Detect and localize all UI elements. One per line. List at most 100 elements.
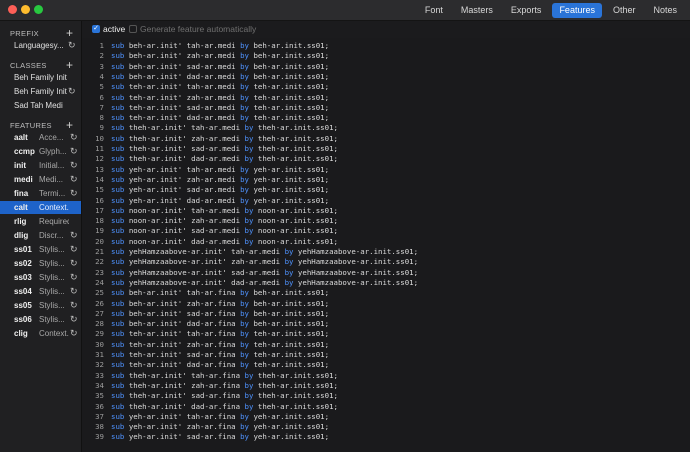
code-line: 25 sub beh-ar.init' tah-ar.fina by beh-ar…	[82, 288, 690, 298]
add-prefix-plus-icon[interactable]: +	[66, 27, 73, 39]
code-context: sad-ar.medi	[186, 102, 236, 112]
code-target: teh-ar.init'	[128, 82, 183, 92]
active-checkbox[interactable]: ✓	[92, 25, 100, 33]
keyword-by: by	[240, 432, 249, 442]
sidebar-item-feature[interactable]: dlig Discr... ↻	[0, 229, 81, 242]
sidebar-item-feature-selected[interactable]: calt Context...	[0, 201, 81, 214]
keyword-sub: sub	[111, 298, 125, 308]
feature-desc: Stylis...	[39, 273, 65, 282]
line-number: 19	[95, 226, 104, 236]
code-line: 21 sub yehHamzaabove-ar.init' tah-ar.medi…	[82, 247, 690, 257]
sidebar-item-feature[interactable]: ss05 Stylis... ↻	[0, 299, 81, 312]
line-number: 38	[95, 422, 104, 432]
add-feature-plus-icon[interactable]: +	[66, 119, 73, 131]
keyword-by: by	[240, 174, 249, 184]
sidebar-item-feature[interactable]: ccmp Glyph... ↻	[0, 145, 81, 158]
refresh-icon[interactable]: ↻	[68, 85, 76, 98]
sidebar-item-feature[interactable]: fina Termi... ↻	[0, 187, 81, 200]
code-line: 34 sub theh-ar.init' zah-ar.fina by theh-…	[82, 381, 690, 391]
keyword-sub: sub	[111, 319, 125, 329]
generate-automatically-checkbox[interactable]	[129, 25, 137, 33]
feature-tag: ccmp	[14, 147, 35, 156]
keyword-sub: sub	[111, 308, 125, 318]
keyword-by: by	[240, 92, 249, 102]
code-replacement: beh-ar.init.ss01;	[253, 51, 330, 61]
sidebar-item-label: Beh Family Init	[14, 73, 67, 82]
code-line: 2 sub beh-ar.init' zah-ar.medi by beh-ar.…	[82, 51, 690, 61]
code-text: sub noon-ar.init' zah-ar.medi by noon-ar…	[111, 216, 338, 226]
sidebar-item-feature[interactable]: init Initial... ↻	[0, 159, 81, 172]
code-context: sad-ar.fina	[191, 391, 241, 401]
tab-other[interactable]: Other	[606, 3, 643, 18]
tab-font[interactable]: Font	[418, 3, 450, 18]
code-line: 39 sub yeh-ar.init' sad-ar.fina by yeh-ar…	[82, 432, 690, 442]
refresh-icon[interactable]: ↻	[70, 313, 78, 326]
keyword-by: by	[240, 113, 249, 123]
sidebar-item-feature[interactable]: aalt Acce... ↻	[0, 131, 81, 144]
feature-desc: Glyph...	[39, 147, 67, 156]
refresh-icon[interactable]: ↻	[70, 271, 78, 284]
code-text: sub theh-ar.init' tah-ar.medi by theh-ar…	[111, 123, 338, 133]
tab-features[interactable]: Features	[552, 3, 602, 18]
sidebar-item-feature[interactable]: medi Medi... ↻	[0, 173, 81, 186]
code-text: sub noon-ar.init' dad-ar.medi by noon-ar…	[111, 237, 338, 247]
line-number: 29	[95, 329, 104, 339]
code-target: theh-ar.init'	[128, 401, 187, 411]
feature-tag: ss06	[14, 315, 32, 324]
refresh-icon[interactable]: ↻	[70, 145, 78, 158]
sidebar-item-feature[interactable]: rlig Required...	[0, 215, 81, 228]
code-context: dad-ar.medi	[186, 195, 236, 205]
sidebar-item-feature[interactable]: ss06 Stylis... ↻	[0, 313, 81, 326]
refresh-icon[interactable]: ↻	[68, 39, 76, 52]
sidebar-item-feature[interactable]: ss03 Stylis... ↻	[0, 271, 81, 284]
sidebar-item-feature[interactable]: ss04 Stylis... ↻	[0, 285, 81, 298]
refresh-icon[interactable]: ↻	[70, 327, 78, 340]
line-number: 7	[99, 102, 104, 112]
zoom-window-button[interactable]	[34, 5, 43, 14]
feature-desc: Stylis...	[39, 287, 65, 296]
code-context: sad-ar.fina	[186, 308, 236, 318]
sidebar-item-feature[interactable]: ss02 Stylis... ↻	[0, 257, 81, 270]
keyword-sub: sub	[111, 339, 125, 349]
code-replacement: yehHamzaabove-ar.init.ss01;	[297, 257, 419, 267]
refresh-icon[interactable]: ↻	[70, 187, 78, 200]
refresh-icon[interactable]: ↻	[70, 243, 78, 256]
sidebar-item-feature[interactable]: ss01 Stylis... ↻	[0, 243, 81, 256]
keyword-sub: sub	[111, 205, 125, 215]
code-text: sub noon-ar.init' sad-ar.medi by noon-ar…	[111, 226, 338, 236]
minimize-window-button[interactable]	[21, 5, 30, 14]
code-text: sub theh-ar.init' tah-ar.fina by theh-ar…	[111, 371, 338, 381]
keyword-sub: sub	[111, 360, 125, 370]
tab-masters[interactable]: Masters	[454, 3, 500, 18]
line-number: 37	[95, 411, 104, 421]
keyword-sub: sub	[111, 195, 125, 205]
feature-code-editor[interactable]: 1 sub beh-ar.init' tah-ar.medi by beh-ar.…	[82, 38, 690, 452]
sidebar-item-feature[interactable]: clig Context...↻	[0, 327, 81, 340]
code-replacement: theh-ar.init.ss01;	[257, 154, 338, 164]
keyword-by: by	[244, 123, 254, 133]
sidebar-item-class[interactable]: Sad Tah Medi	[0, 99, 81, 112]
code-text: sub beh-ar.init' sad-ar.medi by beh-ar.i…	[111, 62, 329, 72]
sidebar-item-label: Languagesy...	[14, 41, 64, 50]
feature-desc: Stylis...	[39, 315, 65, 324]
line-number: 26	[95, 298, 104, 308]
code-context: zah-ar.medi	[186, 174, 236, 184]
refresh-icon[interactable]: ↻	[70, 173, 78, 186]
add-class-plus-icon[interactable]: +	[66, 59, 73, 71]
tab-exports[interactable]: Exports	[504, 3, 549, 18]
code-text: sub beh-ar.init' zah-ar.fina by beh-ar.i…	[111, 299, 329, 309]
refresh-icon[interactable]: ↻	[70, 159, 78, 172]
code-replacement: theh-ar.init.ss01;	[257, 144, 338, 153]
refresh-icon[interactable]: ↻	[70, 285, 78, 298]
refresh-icon[interactable]: ↻	[70, 229, 78, 242]
sidebar-item-prefix[interactable]: Languagesy... ↻	[0, 39, 81, 52]
tab-notes[interactable]: Notes	[646, 3, 684, 18]
refresh-icon[interactable]: ↻	[70, 257, 78, 270]
sidebar-item-class[interactable]: Beh Family Init	[0, 71, 81, 84]
code-replacement: beh-ar.init.ss01;	[253, 61, 330, 71]
refresh-icon[interactable]: ↻	[70, 131, 78, 144]
close-window-button[interactable]	[8, 5, 17, 14]
code-target: beh-ar.init'	[128, 71, 183, 81]
refresh-icon[interactable]: ↻	[70, 299, 78, 312]
sidebar-item-class[interactable]: Beh Family Init... ↻	[0, 85, 81, 98]
